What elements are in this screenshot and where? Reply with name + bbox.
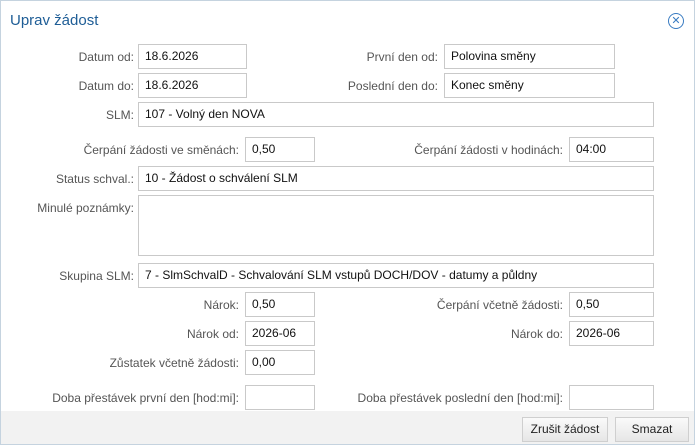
cerpani-hodiny-label: Čerpání žádosti v hodinách: xyxy=(414,143,563,157)
prvni-den-od-field[interactable]: Polovina směny xyxy=(444,44,615,69)
slm-label: SLM: xyxy=(105,108,134,122)
edit-request-dialog: Uprav žádost ✕ Datum od: 18.6.2026 První… xyxy=(0,0,695,445)
dialog-footer: Zrušit žádost Smazat xyxy=(1,411,694,444)
skupina-slm-field[interactable]: 7 - SlmSchvalD - Schvalování SLM vstupů … xyxy=(138,263,654,288)
minule-poznamky-label: Minulé poznámky: xyxy=(37,201,134,215)
skupina-slm-label: Skupina SLM: xyxy=(59,269,134,283)
narok-label: Nárok: xyxy=(203,298,239,312)
prestavky-prvni-label: Doba přestávek první den [hod:mi]: xyxy=(52,391,239,405)
narok-od-label: Nárok od: xyxy=(186,327,239,341)
cancel-request-button[interactable]: Zrušit žádost xyxy=(522,417,608,442)
prestavky-posledni-field[interactable] xyxy=(569,385,654,410)
cerpani-vcetne-field[interactable]: 0,50 xyxy=(569,292,654,317)
cerpani-smeny-label: Čerpání žádosti ve směnách: xyxy=(83,143,239,157)
cerpani-smeny-field[interactable]: 0,50 xyxy=(245,137,315,162)
cerpani-vcetne-label: Čerpání včetně žádosti: xyxy=(436,298,563,312)
datum-od-field[interactable]: 18.6.2026 xyxy=(138,44,247,69)
posledni-den-do-label: Poslední den do: xyxy=(347,79,438,93)
datum-do-label: Datum do: xyxy=(78,79,134,93)
minule-poznamky-textarea[interactable] xyxy=(138,195,654,256)
zustatek-field[interactable]: 0,00 xyxy=(245,350,315,375)
narok-od-field[interactable]: 2026-06 xyxy=(245,321,315,346)
prestavky-prvni-field[interactable] xyxy=(245,385,315,410)
narok-do-label: Nárok do: xyxy=(510,327,563,341)
status-field[interactable]: 10 - Žádost o schválení SLM xyxy=(138,166,654,191)
cerpani-hodiny-field[interactable]: 04:00 xyxy=(569,137,654,162)
narok-field[interactable]: 0,50 xyxy=(245,292,315,317)
close-icon[interactable]: ✕ xyxy=(668,13,684,29)
slm-field[interactable]: 107 - Volný den NOVA xyxy=(138,102,654,127)
delete-button[interactable]: Smazat xyxy=(615,417,689,442)
zustatek-label: Zůstatek včetně žádosti: xyxy=(109,356,239,370)
prestavky-posledni-label: Doba přestávek poslední den [hod:mi]: xyxy=(357,391,563,405)
prvni-den-od-label: První den od: xyxy=(366,50,438,64)
datum-do-field[interactable]: 18.6.2026 xyxy=(138,73,247,98)
posledni-den-do-field[interactable]: Konec směny xyxy=(444,73,615,98)
status-label: Status schval.: xyxy=(55,172,134,186)
dialog-title: Uprav žádost xyxy=(10,12,99,29)
dialog-header: Uprav žádost ✕ xyxy=(1,1,694,39)
datum-od-label: Datum od: xyxy=(78,50,134,64)
narok-do-field[interactable]: 2026-06 xyxy=(569,321,654,346)
